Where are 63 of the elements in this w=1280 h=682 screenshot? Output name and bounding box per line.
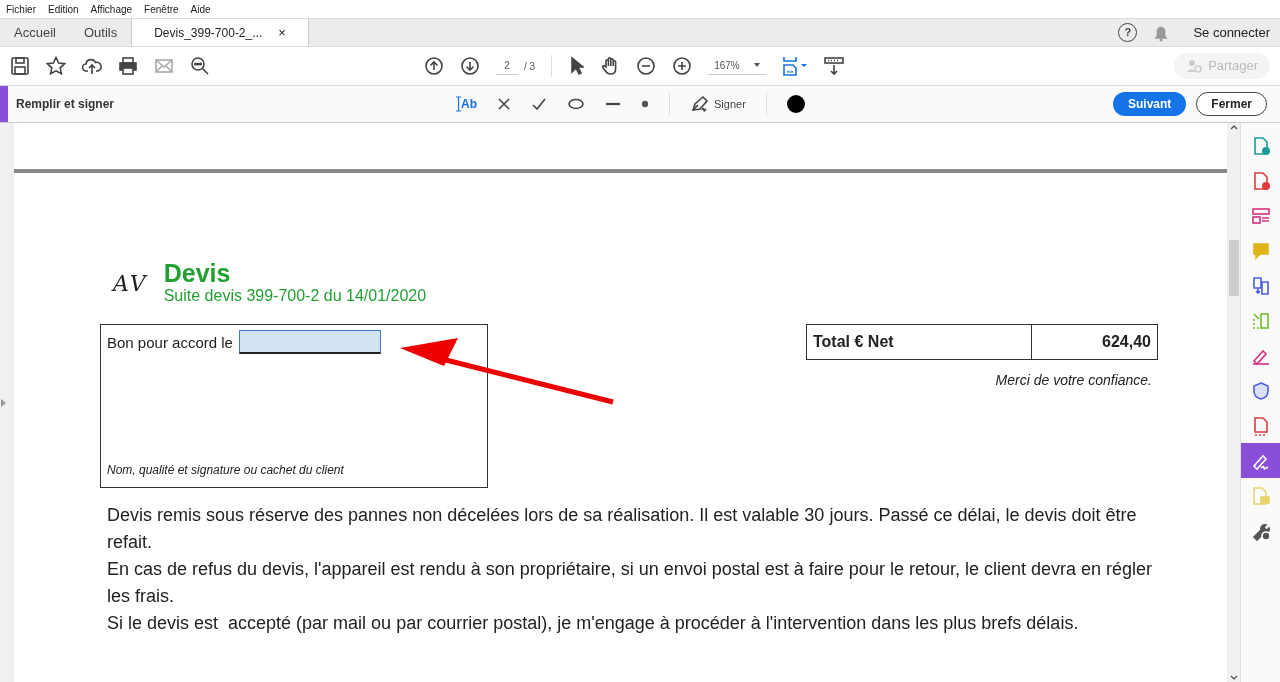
- paragraph: Devis remis sous réserve des pannes non décelées lors de sa réalisation. Il est valable 30 jours. Passé ce délai, le devis doit être refait.: [107, 504, 1138, 554]
- user-add-icon: [1186, 59, 1203, 73]
- print-icon[interactable]: [118, 56, 138, 76]
- scroll-down-icon[interactable]: [1229, 675, 1238, 680]
- caret-icon: [753, 63, 760, 67]
- close-icon[interactable]: ×: [278, 22, 286, 43]
- fit-page-icon[interactable]: [781, 55, 808, 77]
- tab[interactable]: Accueil: [0, 19, 70, 46]
- sign-in-link[interactable]: Se connecter: [1193, 22, 1270, 43]
- ellipse-tool-icon[interactable]: [567, 98, 586, 110]
- cloud-upload-icon[interactable]: [82, 56, 102, 76]
- layout-icon: [1250, 205, 1271, 226]
- tab[interactable]: Outils: [69, 19, 132, 46]
- crop-icon: [1250, 310, 1271, 331]
- pen-icon: [690, 95, 711, 113]
- close-button[interactable]: Fermer: [1196, 92, 1267, 116]
- zoom-search-icon[interactable]: [190, 56, 210, 76]
- table-cell: Total € Net: [807, 325, 1032, 359]
- paragraph: En cas de refus du devis, l'appareil est rendu à son propriétaire, si un envoi postal est à faire pour le retour, le client devra en régler les frais.: [107, 558, 1154, 608]
- zoom-dropdown[interactable]: 167%: [708, 57, 766, 75]
- scrollbar-thumb[interactable]: [1228, 239, 1239, 296]
- cross-tool-icon[interactable]: [497, 97, 512, 111]
- sign-button[interactable]: Signer: [690, 95, 746, 113]
- menu-item[interactable]: Aide: [190, 1, 211, 17]
- tool-title: Remplir et signer: [16, 96, 115, 113]
- signature-caption: Nom, qualité et signature ou cachet du client: [107, 462, 345, 479]
- zoom-out-icon[interactable]: [636, 56, 657, 76]
- zoom-in-icon[interactable]: [672, 56, 693, 76]
- menu-item[interactable]: Fichier: [6, 1, 36, 17]
- tab[interactable]: Devis_399-700-2_... ×: [131, 19, 309, 46]
- comment-icon: [1250, 240, 1271, 261]
- tool-button[interactable]: [1240, 443, 1280, 478]
- document-subtitle: Suite devis 399-700-2 du 14/01/2020: [163, 288, 427, 304]
- table-cell-text: 624,40: [1101, 332, 1152, 352]
- dot-tool-icon[interactable]: [641, 100, 650, 108]
- color-swatch[interactable]: [786, 95, 805, 113]
- shield-icon: [1250, 380, 1271, 401]
- tool-accent-bar: [0, 86, 8, 122]
- date-input-field[interactable]: [238, 330, 381, 354]
- check-tool-icon[interactable]: [531, 97, 548, 111]
- line-tool-icon[interactable]: [605, 102, 622, 106]
- add-text-tool[interactable]: Ab: [456, 95, 478, 113]
- page-total: / 3: [524, 59, 536, 74]
- files-icon: [1250, 275, 1271, 296]
- text-cursor-icon: [456, 96, 462, 112]
- logo: AV: [113, 270, 148, 298]
- arrow-up-circle-icon[interactable]: [424, 56, 444, 76]
- document-title: Devis: [163, 261, 232, 286]
- save-icon[interactable]: [10, 56, 30, 76]
- thanks-text: Merci de votre confiance.: [995, 371, 1152, 390]
- page-number-field[interactable]: 2: [496, 57, 518, 75]
- menu-item[interactable]: Affichage: [90, 1, 133, 17]
- menu-item[interactable]: Edition: [48, 1, 79, 17]
- star-icon[interactable]: [46, 56, 66, 76]
- agreement-label: Bon pour accord le: [107, 332, 233, 353]
- paragraph: Si le devis est accepté (par mail ou par courrier postal), je m'engage à procéder à l'intervention dans les plus brefs délais.: [107, 612, 1080, 635]
- menu-item[interactable]: Fenêtre: [144, 1, 179, 17]
- scroll-mode-icon[interactable]: [823, 56, 844, 76]
- arrow-down-circle-icon[interactable]: [460, 56, 480, 76]
- file-comment-icon: [1250, 485, 1271, 506]
- next-button[interactable]: Suivant: [1112, 92, 1187, 116]
- scroll-up-icon[interactable]: [1229, 125, 1238, 130]
- pointer-icon[interactable]: [568, 56, 585, 76]
